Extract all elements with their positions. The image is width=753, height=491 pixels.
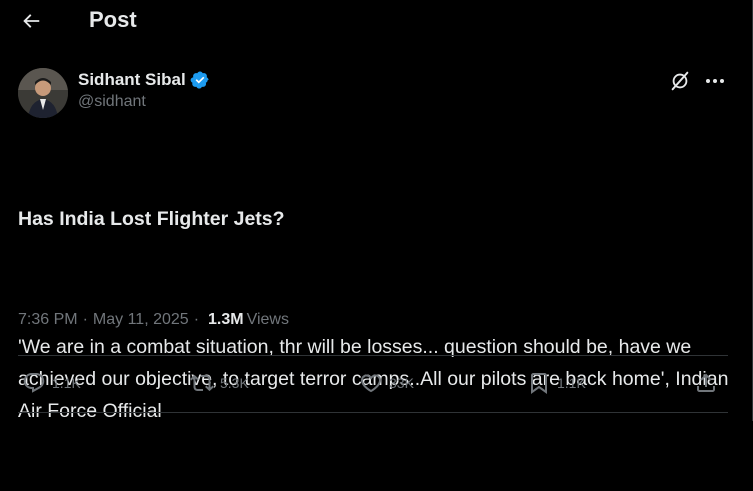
meta-separator: · xyxy=(82,311,88,328)
divider-bottom xyxy=(18,412,728,413)
page-title: Post xyxy=(89,7,137,32)
bookmark-icon xyxy=(531,373,547,394)
views-count[interactable]: 1.3M xyxy=(208,311,244,329)
verified-badge-icon xyxy=(190,71,209,89)
meta-separator: · xyxy=(193,311,200,328)
reply-icon xyxy=(23,373,45,393)
avatar-image xyxy=(18,68,68,118)
share-button[interactable] xyxy=(694,371,718,395)
more-options-button[interactable] xyxy=(703,70,727,92)
tweet-title: Has India Lost Flighter Jets? xyxy=(18,208,285,230)
more-horizontal-icon xyxy=(706,79,724,83)
heart-icon xyxy=(360,374,382,393)
avatar[interactable] xyxy=(18,68,68,118)
post-header: Post xyxy=(0,0,752,44)
reply-button[interactable]: 1.1K xyxy=(22,371,81,395)
post-date[interactable]: May 11, 2025 xyxy=(93,311,189,329)
bookmark-count: 1.1K xyxy=(557,375,586,391)
action-bar: 1.1K 5.3K 33K 1.1K xyxy=(0,357,753,412)
author-name[interactable]: Sidhant Sibal xyxy=(78,70,186,90)
grok-button[interactable] xyxy=(669,70,691,92)
post-meta: 7:36 PM · May 11, 2025 · 1.3M Views xyxy=(18,311,289,329)
reply-count: 1.1K xyxy=(52,375,81,391)
repost-button[interactable]: 5.3K xyxy=(190,371,249,395)
bookmark-button[interactable]: 1.1K xyxy=(527,371,586,395)
post-view: Post Sidhant Sibal @sidhant Has India Lo… xyxy=(0,0,753,422)
like-button[interactable]: 33K xyxy=(359,371,414,395)
author-block: Sidhant Sibal @sidhant xyxy=(18,68,210,118)
author-handle[interactable]: @sidhant xyxy=(78,93,210,111)
views-label[interactable]: Views xyxy=(247,311,289,329)
grok-icon xyxy=(671,71,689,91)
repost-count: 5.3K xyxy=(220,375,249,391)
arrow-left-icon xyxy=(23,14,40,28)
divider-top xyxy=(18,355,728,356)
back-button[interactable] xyxy=(18,8,44,34)
post-time[interactable]: 7:36 PM xyxy=(18,311,78,329)
repost-icon xyxy=(190,374,214,392)
share-icon xyxy=(697,373,715,392)
like-count: 33K xyxy=(389,375,414,391)
